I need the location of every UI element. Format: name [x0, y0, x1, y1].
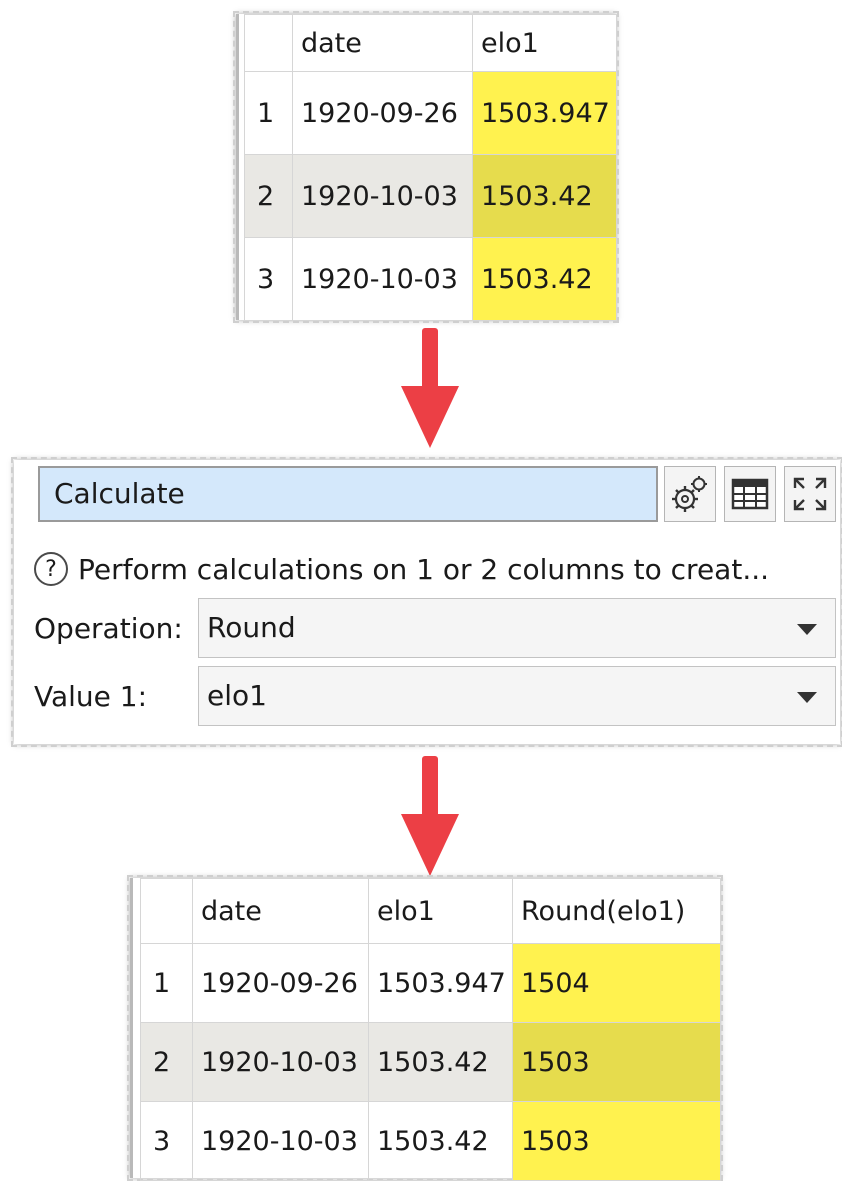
operation-dropdown[interactable]: Round	[198, 598, 836, 658]
table-left-border	[130, 878, 133, 1178]
cell-date[interactable]: 1920-09-26	[192, 943, 369, 1023]
table-row[interactable]: 2 1920-10-03 1503.42	[244, 154, 617, 238]
output-table-snippet: date elo1 Round(elo1) 1 1920-09-26 1503.…	[127, 875, 723, 1181]
row-number[interactable]: 1	[244, 71, 293, 155]
column-header-round-elo1[interactable]: Round(elo1)	[512, 878, 721, 944]
operation-value: Round	[207, 611, 296, 644]
chevron-down-icon	[797, 624, 817, 635]
column-header-date[interactable]: date	[192, 878, 369, 944]
cell-elo1[interactable]: 1503.42	[472, 237, 617, 321]
expand-icon[interactable]	[784, 466, 836, 522]
down-arrow-icon	[401, 756, 459, 878]
panel-title[interactable]: Calculate	[38, 466, 658, 522]
table-left-border	[236, 14, 239, 320]
table-row[interactable]: 3 1920-10-03 1503.42	[244, 237, 617, 321]
cell-elo1[interactable]: 1503.947	[368, 943, 513, 1023]
output-table: date elo1 Round(elo1) 1 1920-09-26 1503.…	[140, 878, 721, 1181]
cell-round-elo1[interactable]: 1503	[512, 1101, 721, 1181]
help-icon[interactable]: ?	[34, 552, 68, 586]
input-table-snippet: date elo1 1 1920-09-26 1503.947 2 1920-1…	[233, 11, 619, 323]
input-table: date elo1 1 1920-09-26 1503.947 2 1920-1…	[244, 14, 617, 321]
cell-elo1[interactable]: 1503.42	[368, 1101, 513, 1181]
table-row[interactable]: 2 1920-10-03 1503.42 1503	[140, 1022, 721, 1102]
table-icon[interactable]	[724, 466, 776, 522]
row-number[interactable]: 2	[140, 1022, 193, 1102]
cell-date[interactable]: 1920-10-03	[192, 1101, 369, 1181]
corner-cell	[244, 14, 293, 72]
column-header-date[interactable]: date	[292, 14, 473, 72]
row-number[interactable]: 3	[244, 237, 293, 321]
column-header-elo1[interactable]: elo1	[472, 14, 617, 72]
cell-date[interactable]: 1920-10-03	[292, 237, 473, 321]
value1-value: elo1	[207, 679, 267, 712]
cell-elo1[interactable]: 1503.42	[368, 1022, 513, 1102]
cell-elo1[interactable]: 1503.42	[472, 154, 617, 238]
description-text: Perform calculations on 1 or 2 columns t…	[78, 552, 770, 586]
value1-label: Value 1:	[34, 680, 148, 713]
cell-date[interactable]: 1920-09-26	[292, 71, 473, 155]
calculate-panel: Calculate ? Perform calculations on 1 or…	[11, 457, 842, 747]
cell-date[interactable]: 1920-10-03	[292, 154, 473, 238]
settings-gears-icon[interactable]	[664, 466, 716, 522]
down-arrow-icon	[401, 328, 459, 448]
row-number[interactable]: 1	[140, 943, 193, 1023]
description-row: ? Perform calculations on 1 or 2 columns…	[34, 552, 769, 586]
table-row[interactable]: 1 1920-09-26 1503.947 1504	[140, 943, 721, 1023]
cell-round-elo1[interactable]: 1503	[512, 1022, 721, 1102]
cell-date[interactable]: 1920-10-03	[192, 1022, 369, 1102]
value1-dropdown[interactable]: elo1	[198, 666, 836, 726]
cell-round-elo1[interactable]: 1504	[512, 943, 721, 1023]
table-header-row: date elo1	[244, 14, 617, 72]
cell-elo1[interactable]: 1503.947	[472, 71, 617, 155]
corner-cell	[140, 878, 193, 944]
operation-label: Operation:	[34, 612, 183, 645]
column-header-elo1[interactable]: elo1	[368, 878, 513, 944]
chevron-down-icon	[797, 692, 817, 703]
table-row[interactable]: 1 1920-09-26 1503.947	[244, 71, 617, 155]
row-number[interactable]: 3	[140, 1101, 193, 1181]
row-number[interactable]: 2	[244, 154, 293, 238]
table-header-row: date elo1 Round(elo1)	[140, 878, 721, 944]
table-row[interactable]: 3 1920-10-03 1503.42 1503	[140, 1101, 721, 1181]
